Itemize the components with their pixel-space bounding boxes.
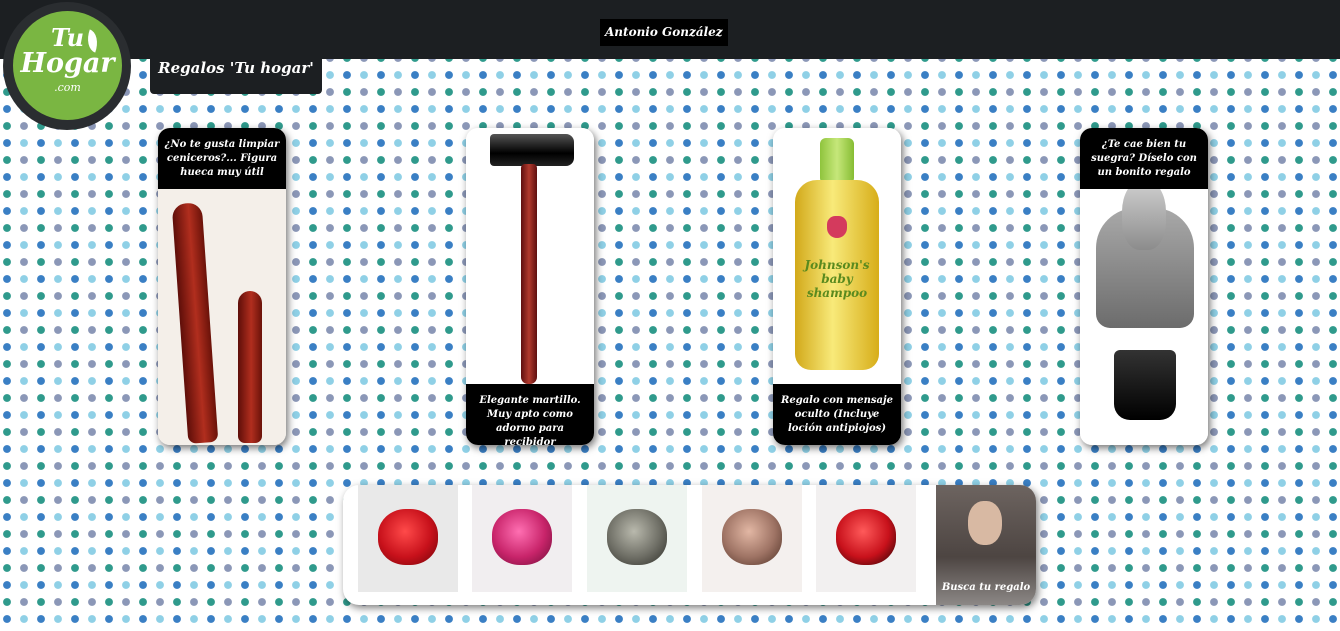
rose-thumbnail-3[interactable]: [587, 485, 687, 592]
hammer-image: [466, 128, 594, 384]
shampoo-image: Johnson's baby shampoo: [773, 128, 901, 384]
rose-icon: [836, 509, 896, 565]
product-card-vases[interactable]: ¿No te gusta limpiar ceniceros?... Figur…: [158, 128, 286, 445]
logo-line-3: .com: [54, 81, 81, 94]
portrait-image: [968, 501, 1002, 545]
section-title: Regalos 'Tu hogar': [150, 44, 322, 94]
rose-icon: [492, 509, 552, 565]
rose-thumbnail-2[interactable]: [472, 485, 572, 592]
rose-icon: [378, 509, 438, 565]
logo-line-2: Hogar: [20, 48, 115, 79]
shampoo-brand: Johnson's baby shampoo: [804, 258, 870, 300]
search-gift-button[interactable]: Busca tu regalo: [936, 485, 1036, 605]
product-card-bust[interactable]: ¿Te cae bien tu suegra? Díselo con un bo…: [1080, 128, 1208, 445]
product-caption: Regalo con mensaje oculto (Incluye loció…: [773, 384, 901, 445]
rose-thumbnail-1[interactable]: [358, 485, 458, 592]
rose-thumbnail-4[interactable]: [702, 485, 802, 592]
rose-icon: [607, 509, 667, 565]
product-card-hammer[interactable]: Elegante martillo. Muy apto como adorno …: [466, 128, 594, 445]
rose-icon: [722, 509, 782, 565]
product-caption: ¿No te gusta limpiar ceniceros?... Figur…: [158, 128, 286, 189]
site-logo[interactable]: Tu Hogar .com: [13, 11, 122, 120]
product-caption: Elegante martillo. Muy apto como adorno …: [466, 384, 594, 445]
search-gift-label: Busca tu regalo: [941, 582, 1031, 593]
user-name-link[interactable]: Antonio González: [600, 19, 728, 46]
rose-thumbnail-5[interactable]: [816, 485, 916, 592]
gift-thumbnail-strip: Busca tu regalo: [343, 485, 1036, 605]
product-caption: ¿Te cae bien tu suegra? Díselo con un bo…: [1080, 128, 1208, 189]
product-card-shampoo[interactable]: Johnson's baby shampoo Regalo con mensaj…: [773, 128, 901, 445]
